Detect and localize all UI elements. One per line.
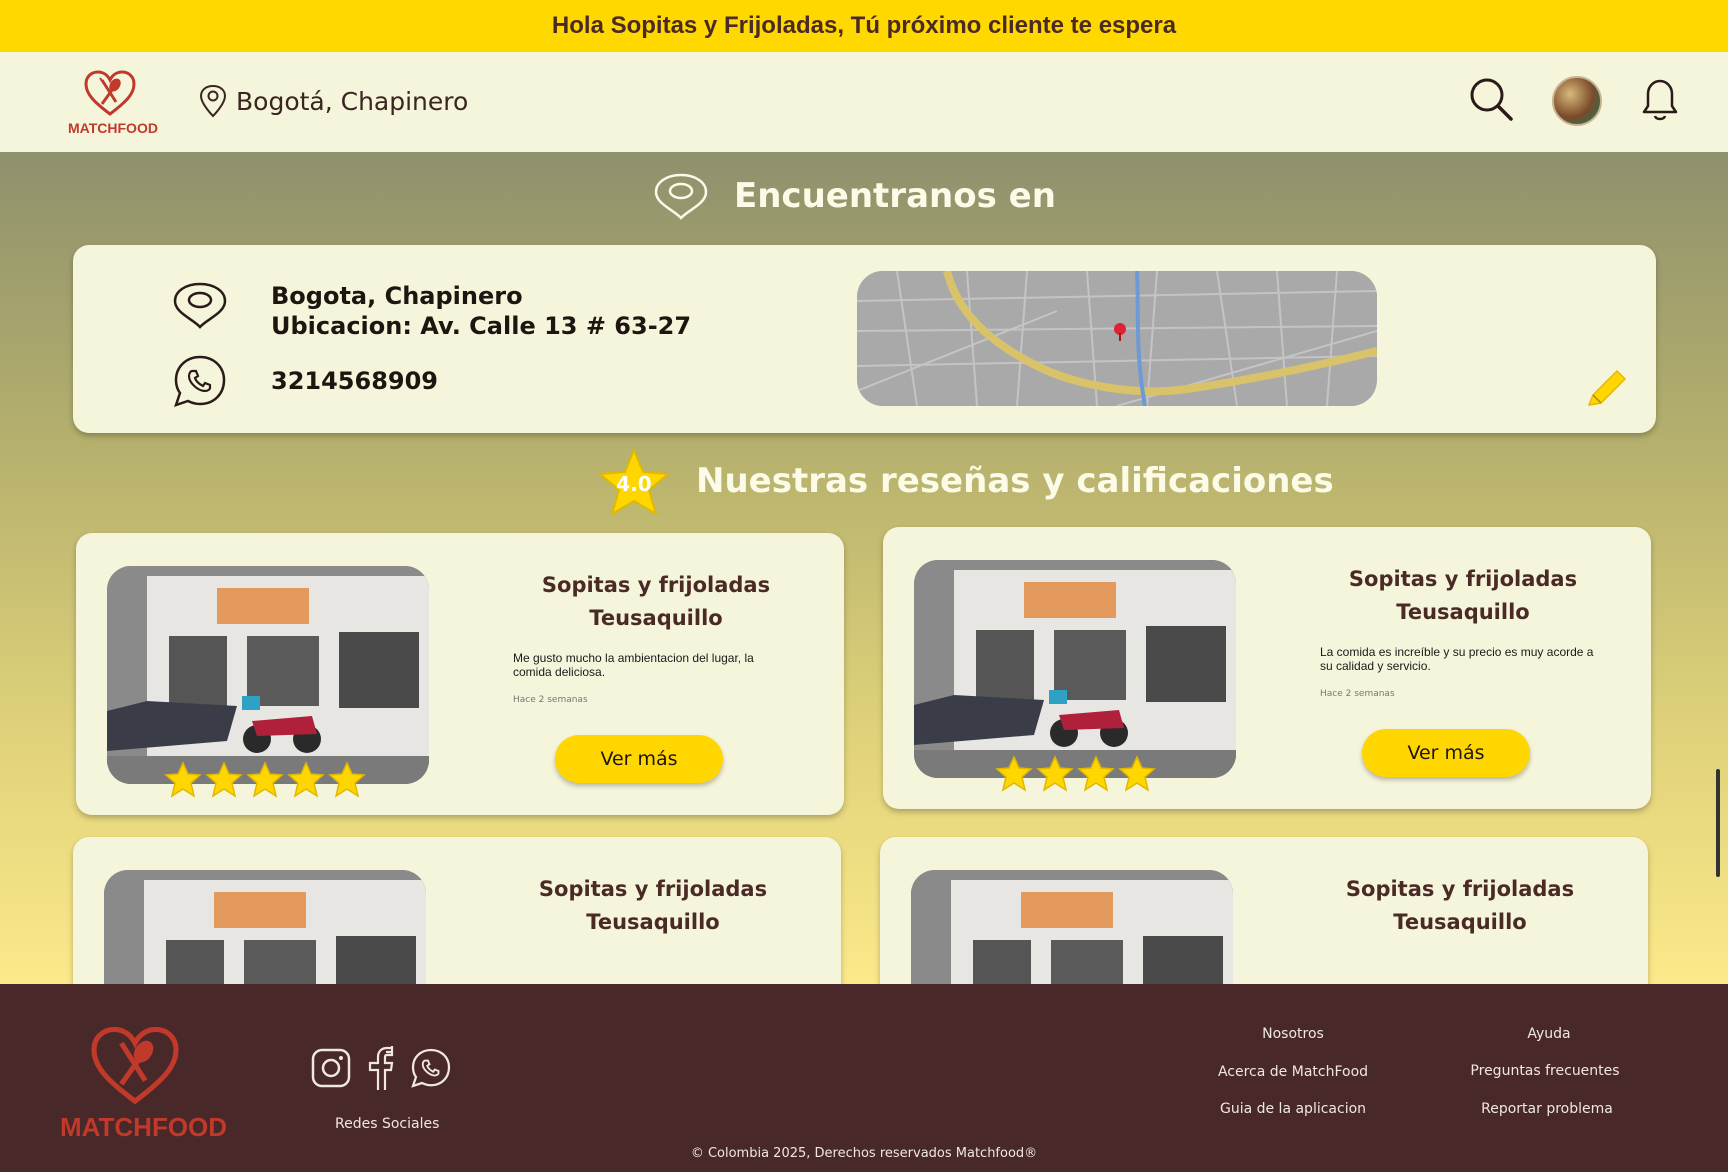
copyright: © Colombia 2025, Derechos reservados Mat…	[690, 1146, 1038, 1161]
search-icon	[1470, 78, 1513, 121]
welcome-banner: Hola Sopitas y Frijoladas, Tú próximo cl…	[0, 0, 1728, 52]
review-time: Hace 2 semanas	[513, 695, 588, 705]
review-text: Me gusto mucho la ambientacion del lugar…	[513, 651, 754, 679]
restaurant-photo	[914, 560, 1236, 778]
star-icon	[246, 761, 284, 798]
restaurant-photo	[911, 870, 1233, 984]
whatsapp-icon	[174, 355, 226, 407]
star-icon	[1077, 755, 1115, 792]
location-outline-icon	[173, 282, 227, 329]
location-selector[interactable]: Bogotá, Chapinero	[198, 84, 468, 118]
review-card: Sopitas y frijoladas Teusaquillo La comi…	[883, 527, 1651, 809]
star-rating	[164, 761, 366, 799]
star-rating	[995, 755, 1156, 793]
footer-link-nosotros[interactable]: Nosotros	[1200, 1026, 1386, 1042]
location-map[interactable]	[857, 271, 1377, 406]
location-outline-icon	[654, 173, 708, 220]
footer-link-about[interactable]: Acerca de MatchFood	[1200, 1064, 1386, 1080]
pencil-icon	[1587, 369, 1627, 406]
facebook-icon[interactable]	[364, 1046, 398, 1090]
instagram-icon[interactable]	[310, 1047, 352, 1089]
restaurant-name: Sopitas y frijoladas Teusaquillo	[541, 573, 771, 630]
restaurant-name: Sopitas y frijoladas Teusaquillo	[538, 877, 768, 934]
heart-utensils-icon	[91, 1026, 179, 1105]
top-header: MATCHFOOD Bogotá, Chapinero	[0, 52, 1728, 152]
footer-link-guide[interactable]: Guia de la aplicacion	[1200, 1101, 1386, 1117]
footer-link-help[interactable]: Ayuda	[1456, 1026, 1642, 1042]
logo-text: MATCHFOOD	[68, 120, 158, 136]
location-card: Bogota, Chapinero Ubicacion: Av. Calle 1…	[73, 245, 1656, 433]
whatsapp-icon-wrap	[172, 353, 228, 409]
phone-number: 3214568909	[271, 367, 438, 395]
main-content: Encuentranos en Bogota, Chapinero Ubicac…	[0, 152, 1728, 984]
star-icon	[1118, 755, 1156, 792]
footer-link-report[interactable]: Reportar problema	[1454, 1101, 1640, 1117]
storefront-image	[107, 566, 429, 784]
storefront-image	[914, 560, 1236, 778]
reviews-title: Nuestras reseñas y calificaciones	[696, 461, 1334, 501]
address-block: Bogota, Chapinero Ubicacion: Av. Calle 1…	[271, 281, 691, 341]
star-icon	[164, 761, 202, 798]
star-icon	[995, 755, 1033, 792]
map-graphic	[857, 271, 1377, 406]
storefront-image	[104, 870, 426, 984]
see-more-button[interactable]: Ver más	[555, 735, 723, 783]
star-icon	[205, 761, 243, 798]
review-text: La comida es increíble y su precio es mu…	[1320, 645, 1594, 673]
scrollbar[interactable]	[1716, 769, 1720, 877]
find-us-title: Encuentranos en	[734, 176, 1056, 216]
review-time: Hace 2 semanas	[1320, 689, 1395, 699]
find-us-heading: Encuentranos en	[652, 170, 1056, 222]
social-links	[310, 1046, 452, 1090]
heart-utensils-icon	[84, 70, 136, 116]
reviews-heading: 4.0 Nuestras reseñas y calificaciones	[596, 446, 1334, 516]
banner-text: Hola Sopitas y Frijoladas, Tú próximo cl…	[551, 12, 1177, 39]
social-label: Redes Sociales	[335, 1116, 440, 1132]
location-text: Bogotá, Chapinero	[236, 86, 469, 116]
review-card: Sopitas y frijoladas Teusaquillo	[880, 837, 1648, 984]
avatar[interactable]	[1552, 76, 1602, 126]
storefront-image	[911, 870, 1233, 984]
restaurant-name: Sopitas y frijoladas Teusaquillo	[1348, 567, 1578, 624]
address-line-2: Ubicacion: Av. Calle 13 # 63-27	[271, 312, 692, 340]
restaurant-name: Sopitas y frijoladas Teusaquillo	[1345, 877, 1575, 934]
footer-link-faq[interactable]: Preguntas frecuentes	[1452, 1063, 1638, 1079]
address-icon-wrap	[172, 279, 228, 331]
footer: MATCHFOOD Redes Sociales Nosotros Acerca…	[0, 984, 1728, 1172]
star-icon	[1036, 755, 1074, 792]
footer-logo-text: MATCHFOOD	[60, 1112, 228, 1142]
restaurant-photo	[107, 566, 429, 784]
review-card: Sopitas y frijoladas Teusaquillo Me gust…	[76, 533, 844, 815]
address-line-1: Bogota, Chapinero	[271, 282, 523, 310]
whatsapp-icon[interactable]	[410, 1047, 452, 1089]
bell-icon	[1642, 79, 1678, 121]
restaurant-photo	[104, 870, 426, 984]
see-more-button[interactable]: Ver más	[1362, 729, 1530, 777]
star-icon	[287, 761, 325, 798]
rating-badge: 4.0	[596, 446, 672, 516]
rating-value: 4.0	[616, 472, 652, 496]
matchfood-logo[interactable]: MATCHFOOD	[68, 70, 158, 138]
notifications-button[interactable]	[1638, 76, 1682, 128]
star-icon	[328, 761, 366, 798]
location-pin-icon	[199, 84, 227, 118]
search-button[interactable]	[1468, 76, 1514, 126]
edit-location-button[interactable]	[1583, 363, 1631, 415]
review-card: Sopitas y frijoladas Teusaquillo	[73, 837, 841, 984]
footer-logo[interactable]: MATCHFOOD	[60, 1026, 228, 1143]
